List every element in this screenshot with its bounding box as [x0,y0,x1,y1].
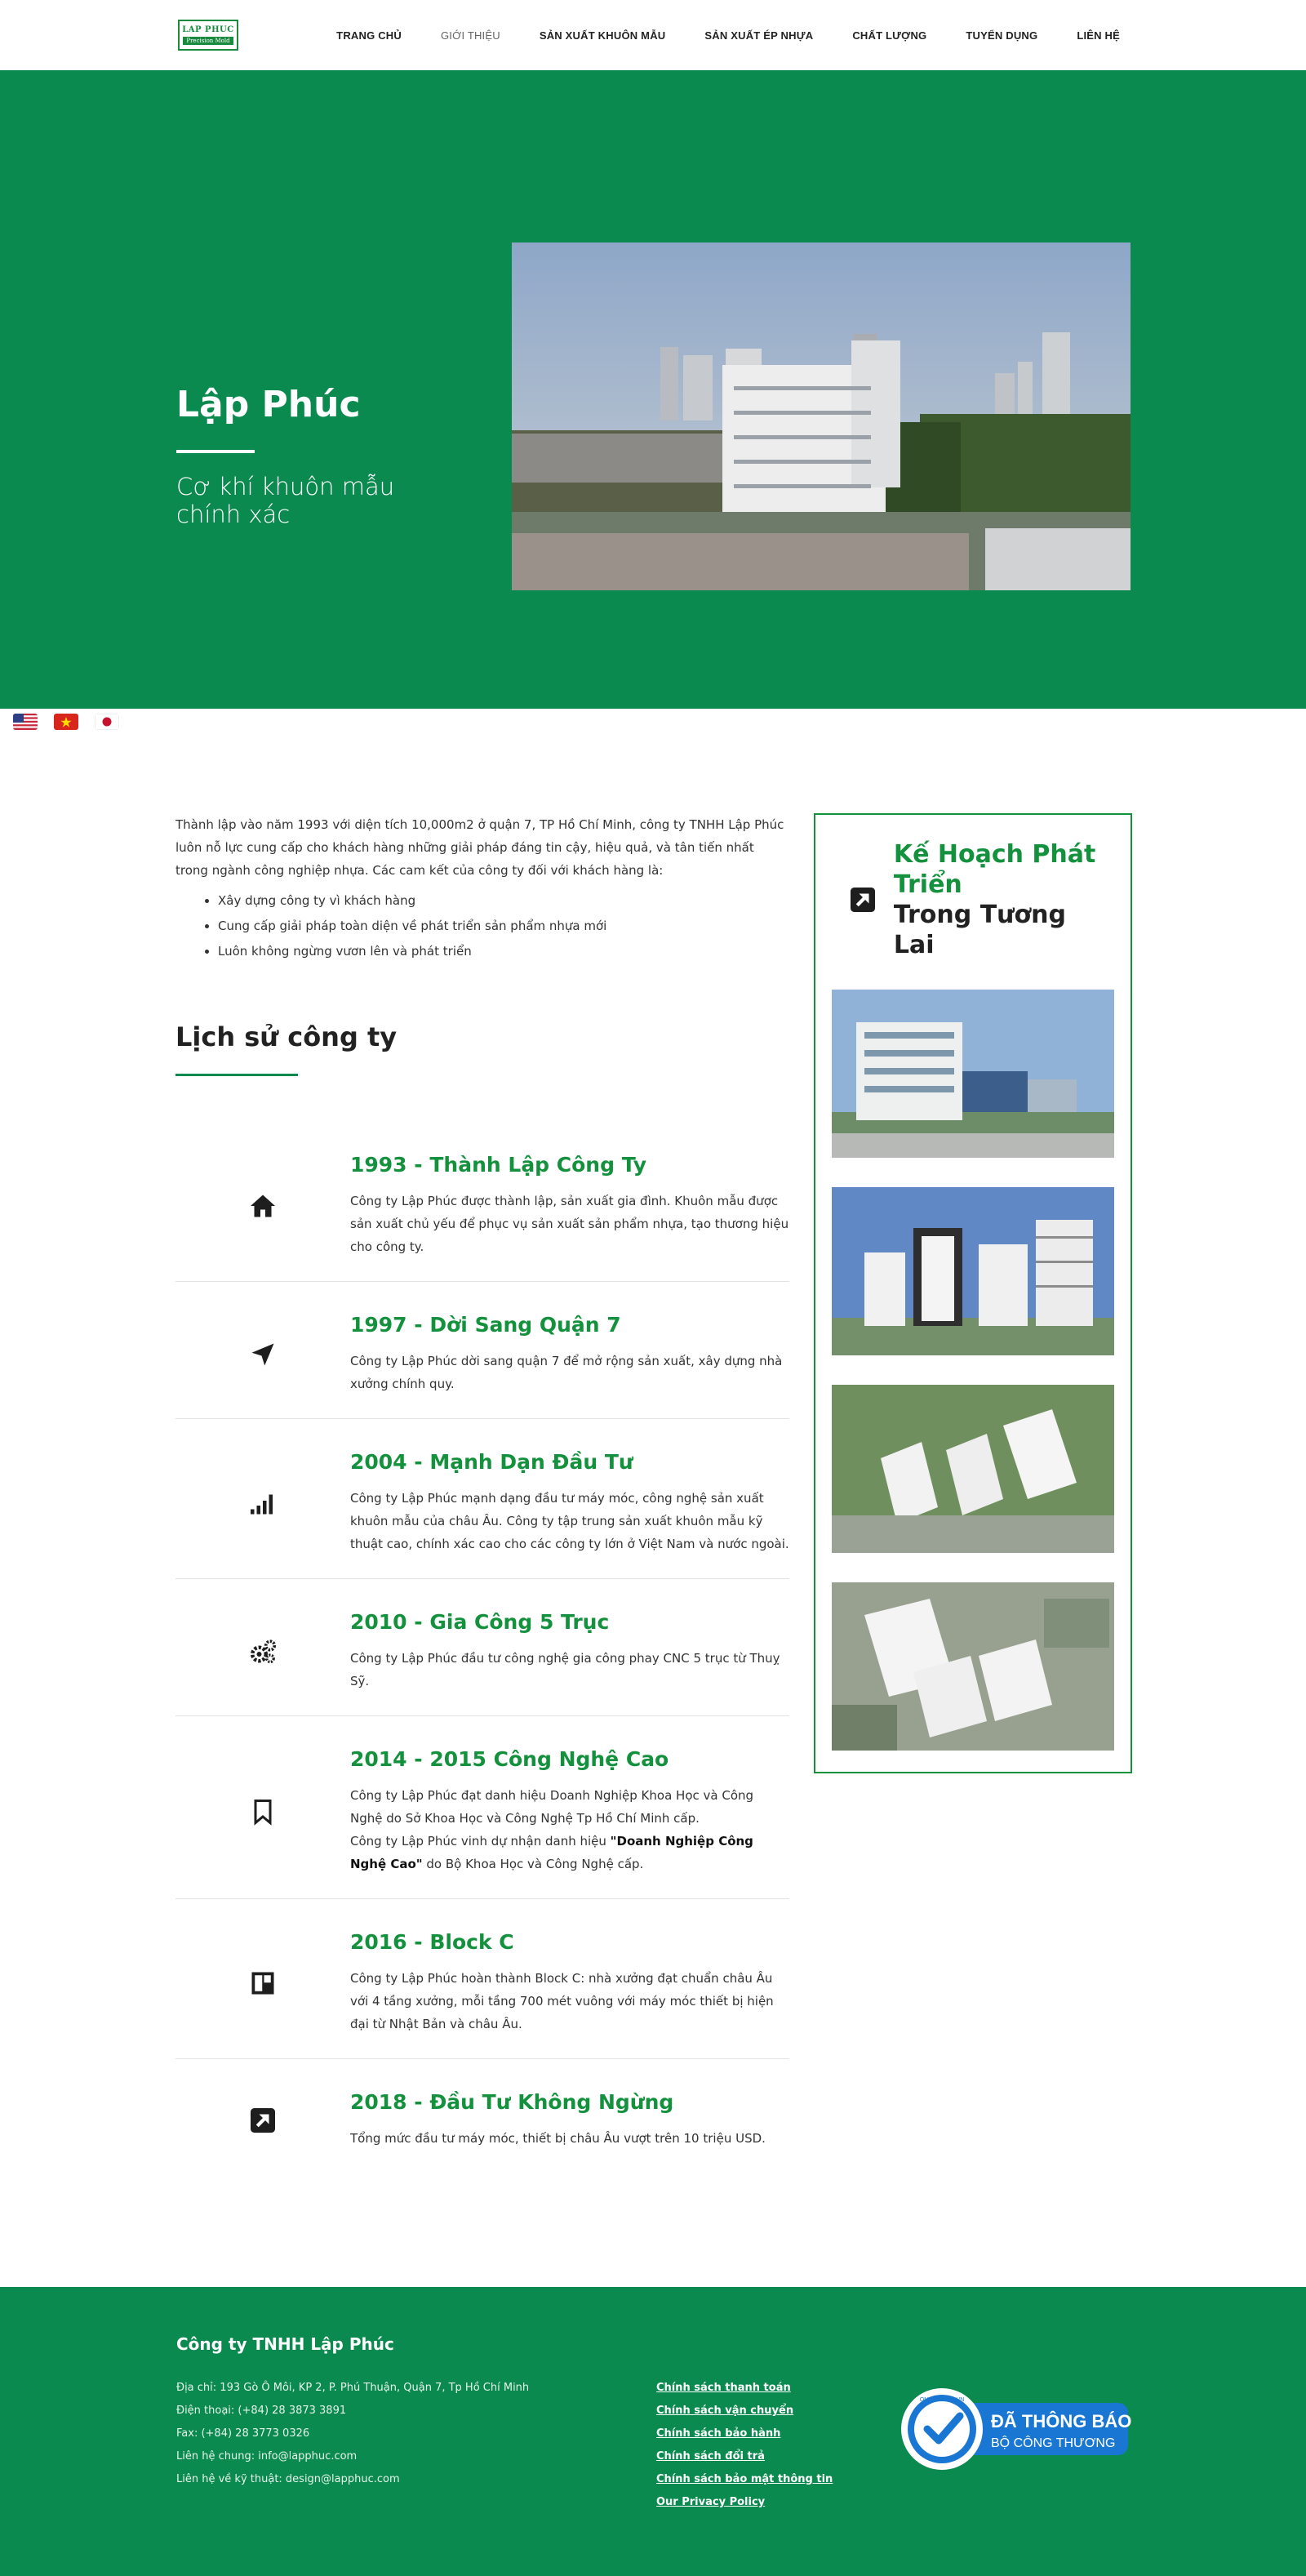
hero-title: Lập Phúc [176,384,361,425]
timeline-text: Công ty Lập Phúc đầu tư công nghệ gia cô… [350,1651,780,1688]
external-link-square-icon [175,2090,350,2150]
timeline-title: 2014 - 2015 Công Nghệ Cao [350,1747,669,1771]
factory-photo [512,242,1131,590]
us-flag-icon[interactable] [13,714,38,730]
return-policy-link[interactable]: Chính sách đổi trả [656,2445,833,2468]
timeline-text: Công ty Lập Phúc hoàn thành Block C: nhà… [350,1971,774,2031]
footer-fax: Fax: (+84) 28 3773 0326 [176,2427,310,2440]
svg-text:BỘ CÔNG THƯƠNG: BỘ CÔNG THƯƠNG [991,2435,1115,2450]
signal-bars-icon [175,1450,350,1555]
plan-title: Kế Hoạch Phát Triển Trong Tương Lai [893,840,1096,959]
timeline-title: 1997 - Dời Sang Quận 7 [350,1313,621,1337]
timeline-item: 2018 - Đầu Tư Không Ngừng Tổng mức đầu t… [175,2059,789,2173]
list-item: Cung cấp giải pháp toàn diện về phát tri… [218,914,789,939]
footer-contact-info: Địa chỉ: 193 Gò Ô Môi, KP 2, P. Phú Thuậ… [176,2377,529,2491]
menu-item-about[interactable]: GIỚI THIỆU [441,29,500,42]
timeline-item: 1997 - Dời Sang Quận 7 Công ty Lập Phúc … [175,1282,789,1419]
privacy-policy-vn-link[interactable]: Chính sách bảo mật thông tin [656,2468,833,2491]
ministry-notified-badge[interactable]: ĐÃ THÔNG BÁO BỘ CÔNG THƯƠNG ONLINE.GOV.V… [900,2387,1131,2471]
timeline-item: 2004 - Mạnh Dạn Đầu Tư Công ty Lập Phúc … [175,1419,789,1579]
hero-divider [176,450,255,453]
bookmark-icon [175,1747,350,1875]
history-timeline: 1993 - Thành Lập Công Ty Công ty Lập Phú… [175,1122,789,2173]
menu-item-plastic-injection[interactable]: SẢN XUẤT ÉP NHỰA [704,29,813,42]
shipping-policy-link[interactable]: Chính sách vận chuyển [656,2400,833,2423]
timeline-title: 2004 - Mạnh Dạn Đầu Tư [350,1450,633,1474]
menu-item-home[interactable]: TRANG CHỦ [336,29,402,42]
future-plan-panel: Kế Hoạch Phát Triển Trong Tương Lai [814,813,1132,1773]
layout-block-icon [175,1930,350,2035]
menu-item-mold-manufacturing[interactable]: SẢN XUẤT KHUÔN MẪU [540,29,666,42]
timeline-item: 1993 - Thành Lập Công Ty Công ty Lập Phú… [175,1122,789,1282]
language-switcher [0,709,1306,735]
svg-text:ONLINE.GOV.VN: ONLINE.GOV.VN [920,2397,965,2403]
list-item: Xây dựng công ty vì khách hàng [218,888,789,914]
timeline-title: 2016 - Block C [350,1930,514,1954]
external-link-square-icon [832,839,894,914]
footer-address: Địa chỉ: 193 Gò Ô Môi, KP 2, P. Phú Thuậ… [176,2382,530,2394]
plan-rendering-image [832,1385,1114,1553]
vietnam-flag-icon[interactable] [54,714,78,730]
commitment-list: Xây dựng công ty vì khách hàng Cung cấp … [218,888,789,964]
plan-rendering-image [832,1582,1114,1751]
warranty-policy-link[interactable]: Chính sách bảo hành [656,2423,833,2445]
history-divider [175,1074,298,1076]
company-logo[interactable]: LAP PHUC Precision Mold [178,20,238,51]
footer-company-name: Công ty TNHH Lập Phúc [176,2334,394,2354]
footer-tech-email: Liên hệ về kỹ thuật: design@lapphuc.com [176,2473,400,2485]
timeline-text: Công ty Lập Phúc mạnh dạng đầu tư máy mó… [350,1491,789,1551]
menu-item-contact[interactable]: LIÊN HỆ [1077,29,1120,42]
svg-text:ĐÃ THÔNG BÁO: ĐÃ THÔNG BÁO [991,2411,1131,2431]
main-menu: TRANG CHỦ GIỚI THIỆU SẢN XUẤT KHUÔN MẪU … [336,29,1120,42]
timeline-text: Công ty Lập Phúc đạt danh hiệu Doanh Ngh… [350,1788,754,1871]
history-title: Lịch sử công ty [175,1021,398,1052]
main-content: Thành lập vào năm 1993 với diện tích 10,… [0,735,1306,2173]
about-column: Thành lập vào năm 1993 với diện tích 10,… [175,813,789,2173]
plan-rendering-image [832,1187,1114,1355]
intro-paragraph: Thành lập vào năm 1993 với diện tích 10,… [175,817,784,878]
timeline-text: Tổng mức đầu tư máy móc, thiết bị châu Â… [350,2131,766,2146]
location-arrow-icon [175,1313,350,1395]
home-icon [175,1153,350,1258]
footer-phone: Điện thoại: (+84) 28 3873 3891 [176,2405,347,2417]
logo-tagline: Precision Mold [183,37,233,45]
payment-policy-link[interactable]: Chính sách thanh toán [656,2377,833,2400]
gears-icon [175,1610,350,1693]
list-item: Luôn không ngừng vươn lên và phát triển [218,939,789,964]
hero-subtitle: Cơ khí khuôn mẫu chính xác [176,473,395,528]
menu-item-careers[interactable]: TUYỂN DỤNG [966,29,1037,42]
timeline-text: Công ty Lập Phúc dời sang quận 7 để mở r… [350,1354,783,1391]
timeline-item: 2016 - Block C Công ty Lập Phúc hoàn thà… [175,1899,789,2059]
menu-item-quality[interactable]: CHẤT LƯỢNG [852,29,926,42]
privacy-policy-link[interactable]: Our Privacy Policy [656,2491,833,2514]
timeline-item: 2010 - Gia Công 5 Trục Công ty Lập Phúc … [175,1579,789,1716]
logo-text: LAP PHUC [182,25,234,34]
plan-rendering-image [832,990,1114,1158]
footer-policy-links: Chính sách thanh toán Chính sách vận chu… [656,2377,833,2514]
hero-banner: Lập Phúc Cơ khí khuôn mẫu chính xác [0,70,1306,709]
footer-general-email: Liên hệ chung: info@lapphuc.com [176,2450,358,2463]
japan-flag-icon[interactable] [95,714,119,730]
top-navbar: LAP PHUC Precision Mold TRANG CHỦ GIỚI T… [0,0,1306,70]
timeline-item: 2014 - 2015 Công Nghệ Cao Công ty Lập Ph… [175,1716,789,1899]
timeline-title: 2010 - Gia Công 5 Trục [350,1610,610,1634]
site-footer: Công ty TNHH Lập Phúc Địa chỉ: 193 Gò Ô … [0,2287,1306,2576]
timeline-text: Công ty Lập Phúc được thành lập, sản xuấ… [350,1194,789,1254]
timeline-title: 2018 - Đầu Tư Không Ngừng [350,2090,674,2114]
timeline-title: 1993 - Thành Lập Công Ty [350,1153,647,1177]
